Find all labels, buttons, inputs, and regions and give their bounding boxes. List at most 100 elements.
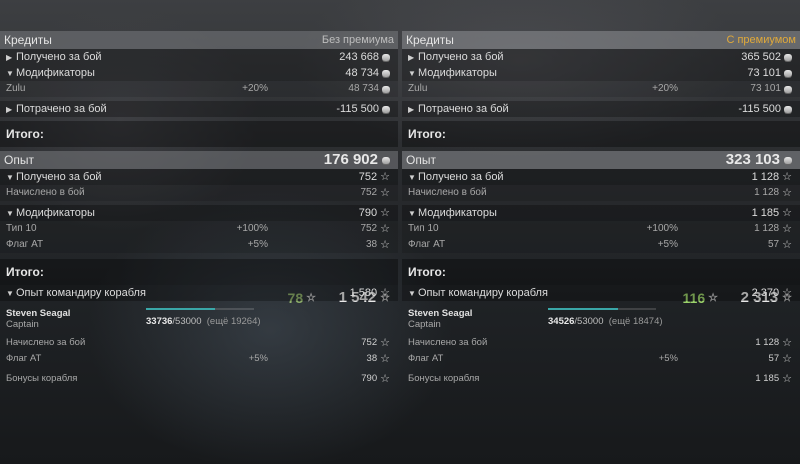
row-value: 73 101 [747, 67, 781, 79]
row-label: Zulu [6, 83, 26, 94]
exp-flag-row: Флаг AT +5% 57 ☆ [402, 237, 800, 253]
exp-modifiers-row[interactable]: ▼ Модификаторы 790 ☆ [0, 205, 398, 221]
credits-total-row: Итого: 176 902 [0, 121, 398, 168]
star-icon: ☆ [380, 171, 390, 183]
credits-earned-row[interactable]: ▶ Получено за бой 243 668 [0, 49, 398, 65]
star-icon: ☆ [782, 207, 792, 219]
row-value: 57 [768, 239, 780, 250]
row-value: 2 370 [751, 287, 780, 299]
row-value: 1 128 [754, 223, 780, 234]
row-label: Опыт командиру корабля [418, 287, 548, 299]
star-icon: ☆ [380, 287, 390, 299]
credit-coin-icon [784, 156, 792, 164]
triangle-down-icon: ▼ [408, 289, 416, 298]
row-label: Модификаторы [16, 207, 95, 219]
credits-spent-row[interactable]: ▶ Потрачено за бой -115 500 [402, 101, 800, 117]
captain-accrued-row: Начислено за бой 1 128 ☆ [402, 335, 800, 351]
exp-accrued-row: Начислено в бой 1 128 ☆ [402, 185, 800, 201]
row-label: Модификаторы [16, 67, 95, 79]
row-percent: +100% [236, 223, 268, 234]
captain-rank: Captain [6, 319, 39, 330]
row-label: Потрачено за бой [16, 103, 107, 115]
total-label: Итого: [6, 127, 44, 141]
row-percent: +5% [247, 239, 268, 250]
captain-flag-row: Флаг AT +5% 38 ☆ [0, 351, 398, 367]
row-label: Флаг AT [408, 353, 444, 364]
triangle-right-icon: ▶ [408, 105, 415, 114]
row-label: Начислено за бой [6, 337, 86, 348]
row-value: 38 [366, 353, 378, 364]
row-label: Получено за бой [16, 171, 102, 183]
mode-label: Без премиума [321, 34, 394, 46]
row-label: Получено за бой [16, 51, 102, 63]
credits-earned-row[interactable]: ▶ Получено за бой 365 502 [402, 49, 800, 65]
row-percent: +20% [652, 83, 678, 94]
exp-total-row: Итого: 78 ☆ 1 542 ☆ [0, 259, 398, 306]
row-percent: +5% [658, 353, 678, 364]
exp-total-row: Итого: 116 ☆ 2 313 ☆ [402, 259, 800, 306]
exp-earned-row[interactable]: ▼ Получено за бой 752 ☆ [0, 169, 398, 185]
row-label: Начислено в бой [6, 187, 85, 198]
star-icon: ☆ [782, 223, 792, 235]
credits-zulu-row: Zulu +20% 73 101 [402, 81, 800, 97]
star-icon: ☆ [380, 373, 390, 385]
star-icon: ☆ [782, 287, 792, 299]
row-value: 790 [361, 373, 378, 384]
captain-xp-fill [548, 308, 619, 310]
row-value: 57 [768, 353, 780, 364]
triangle-down-icon: ▼ [408, 209, 416, 218]
credits-modifiers-row[interactable]: ▼ Модификаторы 73 101 [402, 65, 800, 81]
row-label: Zulu [408, 83, 428, 94]
exp-tier-row: Тип 10 +100% 1 128 ☆ [402, 221, 800, 237]
row-value: 1 580 [349, 287, 378, 299]
captain-flag-row: Флаг AT +5% 57 ☆ [402, 351, 800, 367]
captain-xp-bar [548, 308, 656, 310]
row-value: -115 500 [336, 103, 379, 115]
exp-earned-row[interactable]: ▼ Получено за бой 1 128 ☆ [402, 169, 800, 185]
star-icon: ☆ [380, 187, 390, 199]
row-percent: +5% [248, 353, 268, 364]
star-icon: ☆ [782, 373, 792, 385]
row-label: Получено за бой [418, 51, 504, 63]
no-premium-column: Кредиты Без премиума ▶ Получено за бой 24… [0, 31, 398, 387]
total-label: Итого: [408, 265, 446, 279]
triangle-down-icon: ▼ [6, 209, 14, 218]
row-label: Тип 10 [408, 223, 439, 234]
triangle-down-icon: ▼ [6, 173, 14, 182]
credits-zulu-row: Zulu +20% 48 734 [0, 81, 398, 97]
credit-coin-icon [382, 156, 390, 164]
credits-header: Кредиты С премиумом [402, 31, 800, 49]
credits-title: Кредиты [4, 33, 52, 47]
row-value: 365 502 [741, 51, 781, 63]
commander-exp-row[interactable]: ▼ Опыт командиру корабля 1 580 ☆ [0, 285, 398, 301]
star-icon: ☆ [782, 187, 792, 199]
credit-coin-icon [382, 69, 390, 77]
row-label: Флаг AT [6, 353, 42, 364]
row-value: 790 [358, 207, 378, 219]
row-value: 752 [360, 223, 378, 234]
row-value: 1 128 [755, 337, 780, 348]
row-label: Модификаторы [418, 67, 497, 79]
captain-xp-fill [146, 308, 216, 310]
captain-xp-text: 33736/53000 (ещё 19264) [146, 316, 261, 327]
row-label: Опыт командиру корабля [16, 287, 146, 299]
triangle-right-icon: ▶ [6, 105, 13, 114]
credits-modifiers-row[interactable]: ▼ Модификаторы 48 734 [0, 65, 398, 81]
exp-title: Опыт [406, 153, 436, 167]
exp-modifiers-row[interactable]: ▼ Модификаторы 1 185 ☆ [402, 205, 800, 221]
exp-title: Опыт [4, 153, 34, 167]
total-label: Итого: [6, 265, 44, 279]
captain-name: Steven Seagal [408, 308, 473, 319]
credit-coin-icon [784, 105, 792, 113]
commander-exp-row[interactable]: ▼ Опыт командиру корабля 2 370 ☆ [402, 285, 800, 301]
star-icon: ☆ [380, 337, 390, 349]
premium-column: Кредиты С премиумом ▶ Получено за бой 365… [402, 31, 800, 387]
credits-spent-row[interactable]: ▶ Потрачено за бой -115 500 [0, 101, 398, 117]
star-icon: ☆ [380, 207, 390, 219]
credits-title: Кредиты [406, 33, 454, 47]
row-label: Бонусы корабля [408, 373, 480, 384]
credit-coin-icon [382, 85, 390, 93]
row-value: 1 128 [751, 171, 780, 183]
row-value: 1 185 [751, 207, 780, 219]
captain-rank: Captain [408, 319, 441, 330]
